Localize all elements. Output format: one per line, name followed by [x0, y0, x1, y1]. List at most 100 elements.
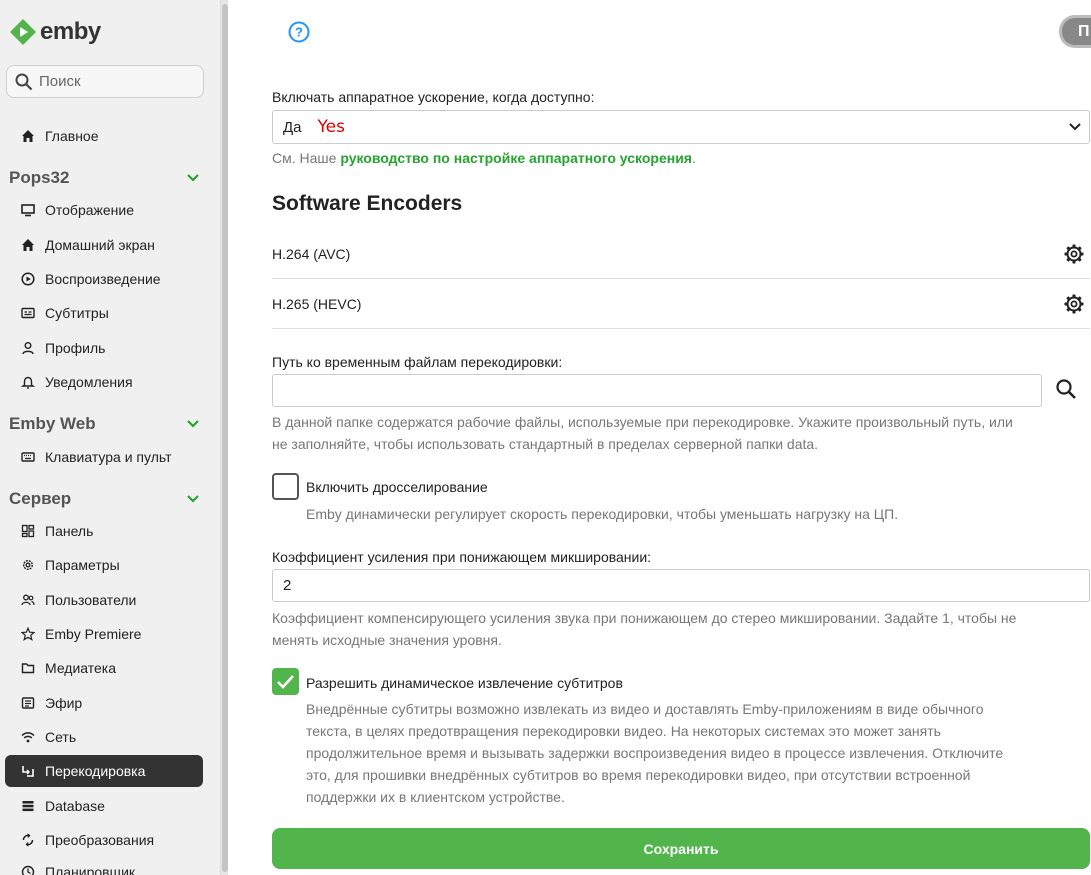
sidebar-item-label: Database: [45, 798, 105, 814]
sidebar-scrollbar[interactable]: [220, 0, 228, 875]
subtitle-extraction-label: Разрешить динамическое извлечение субтит…: [306, 675, 623, 691]
home-icon: [22, 130, 34, 142]
emby-logo[interactable]: emby: [10, 16, 101, 48]
gear-icon: [22, 559, 34, 571]
sidebar-item-profile[interactable]: Профиль: [5, 332, 203, 364]
emby-logo-icon: [10, 19, 36, 45]
logo-text: emby: [40, 18, 101, 45]
sidebar-item-users[interactable]: Пользователи: [5, 584, 203, 616]
bell-icon: [21, 376, 35, 389]
hint-line: В данной папке содержатся рабочие файлы,…: [272, 414, 1013, 430]
sidebar-item-label: Emby Premiere: [45, 626, 142, 642]
checkmark-icon: [277, 675, 294, 689]
software-encoders-heading: Software Encoders: [272, 192, 463, 215]
hint-line: не заполняйте, чтобы использовать станда…: [272, 436, 819, 452]
section-title: Pops32: [9, 168, 70, 187]
throttling-hint: Emby динамически регулирует скорость пер…: [306, 506, 899, 522]
sidebar-item-scheduler[interactable]: Планировщик: [5, 856, 203, 875]
sidebar-item-label: Профиль: [45, 340, 106, 356]
database-icon: [22, 801, 34, 812]
hw-accel-label: Включать аппаратное ускорение, когда дос…: [272, 89, 595, 105]
users-icon: [21, 594, 35, 606]
sidebar-item-conversions[interactable]: Преобразования: [5, 824, 203, 856]
wifi-icon: [21, 732, 35, 743]
sidebar-item-display[interactable]: Отображение: [5, 194, 203, 226]
search-input[interactable]: Поиск: [6, 65, 204, 98]
sync-icon: [22, 833, 34, 847]
main-content: ? П Включать аппаратное ускорение, когда…: [228, 0, 1091, 875]
throttling-checkbox[interactable]: [272, 473, 299, 500]
hint-line: поддержки их в клиентском устройстве.: [306, 789, 565, 805]
clock-icon: [21, 865, 35, 875]
browse-search-icon[interactable]: [1054, 377, 1078, 401]
encoder-row-h265[interactable]: H.265 (HEVC): [272, 279, 1090, 329]
sidebar-item-settings[interactable]: Параметры: [5, 549, 203, 581]
section-header-user[interactable]: Pops32: [9, 166, 204, 190]
sidebar-item-dashboard[interactable]: Панель: [5, 515, 203, 547]
sidebar-item-home[interactable]: Главное: [5, 120, 203, 152]
hint-line: это, для прошивки внедрённых субтитров в…: [306, 767, 971, 783]
hint-line: менять исходные значения уровня.: [272, 632, 502, 648]
app-window: emby Поиск Главное Pops32 Отображение До…: [0, 0, 1091, 875]
sidebar-item-live-tv[interactable]: Эфир: [5, 687, 203, 719]
sidebar-item-label: Преобразования: [45, 832, 155, 848]
hint-suffix: .: [691, 150, 696, 166]
sidebar: emby Поиск Главное Pops32 Отображение До…: [0, 0, 220, 875]
transcode-icon: [22, 766, 34, 777]
sidebar-item-label: Главное: [45, 128, 99, 144]
downmix-input[interactable]: 2: [272, 569, 1090, 602]
sidebar-item-label: Планировщик: [45, 864, 136, 875]
downmix-label: Коэффициент усиления при понижающем микш…: [272, 549, 652, 565]
search-icon: [15, 73, 33, 90]
sidebar-item-database[interactable]: Database: [5, 790, 203, 822]
temp-path-input[interactable]: [272, 374, 1042, 407]
sidebar-item-label: Уведомления: [45, 374, 133, 390]
sidebar-item-keyboard[interactable]: Клавиатура и пульт: [5, 441, 203, 473]
sidebar-item-label: Домашний экран: [45, 237, 155, 253]
encoder-row-h264[interactable]: H.264 (AVC): [272, 229, 1090, 279]
gear-icon[interactable]: [1064, 244, 1084, 264]
home-icon: [22, 239, 34, 251]
sidebar-item-notifications[interactable]: Уведомления: [5, 366, 203, 398]
sidebar-item-label: Медиатека: [45, 660, 117, 676]
temp-path-label: Путь ко временным файлам перекодировки:: [272, 354, 563, 370]
sidebar-item-label: Параметры: [45, 557, 120, 573]
sidebar-item-label: Субтитры: [45, 305, 109, 321]
dashboard-icon: [21, 524, 35, 538]
top-pill-text: П: [1078, 23, 1090, 40]
select-value: Да: [283, 118, 302, 136]
monitor-icon: [21, 204, 35, 217]
sidebar-item-label: Сеть: [45, 729, 77, 745]
sidebar-item-emby-premiere[interactable]: Emby Premiere: [5, 618, 203, 650]
sidebar-item-label: Эфир: [45, 695, 83, 711]
sidebar-item-home-screen[interactable]: Домашний экран: [5, 229, 203, 261]
hw-accel-hint: См. Наше руководство по настройке аппара…: [272, 147, 696, 169]
sidebar-item-subtitles[interactable]: Субтитры: [5, 297, 203, 329]
keyboard-icon: [21, 452, 35, 462]
gear-icon[interactable]: [1064, 294, 1084, 314]
hw-accel-guide-link[interactable]: руководство по настройке аппаратного уск…: [340, 150, 692, 166]
sidebar-item-label: Воспроизведение: [45, 271, 161, 287]
help-icon[interactable]: ?: [288, 21, 310, 43]
chevron-down-icon: [187, 420, 199, 428]
star-icon: [21, 627, 35, 641]
hw-accel-select[interactable]: Да Yes: [272, 110, 1090, 144]
sidebar-item-playback[interactable]: Воспроизведение: [5, 263, 203, 295]
play-circle-icon: [21, 272, 35, 286]
sidebar-item-library[interactable]: Медиатека: [5, 652, 203, 684]
sidebar-item-transcoding[interactable]: Перекодировка: [5, 755, 203, 787]
subtitle-extraction-checkbox[interactable]: [272, 668, 299, 695]
top-right-button[interactable]: П: [1059, 15, 1091, 48]
folder-icon: [21, 663, 35, 674]
guide-icon: [21, 697, 35, 709]
sidebar-item-network[interactable]: Сеть: [5, 721, 203, 753]
sidebar-item-label: Пользователи: [45, 592, 137, 608]
hint-prefix: См. Наше: [272, 150, 341, 166]
save-button[interactable]: Сохранить: [272, 828, 1090, 869]
search-placeholder: Поиск: [39, 73, 81, 90]
throttling-label: Включить дросселирование: [306, 479, 488, 495]
encoder-label: H.264 (AVC): [272, 245, 351, 262]
hint-line: Внедрённые субтитры возможно извлекать и…: [306, 701, 984, 717]
section-header-emby-web[interactable]: Emby Web: [9, 412, 204, 436]
section-header-server[interactable]: Сервер: [9, 487, 204, 511]
